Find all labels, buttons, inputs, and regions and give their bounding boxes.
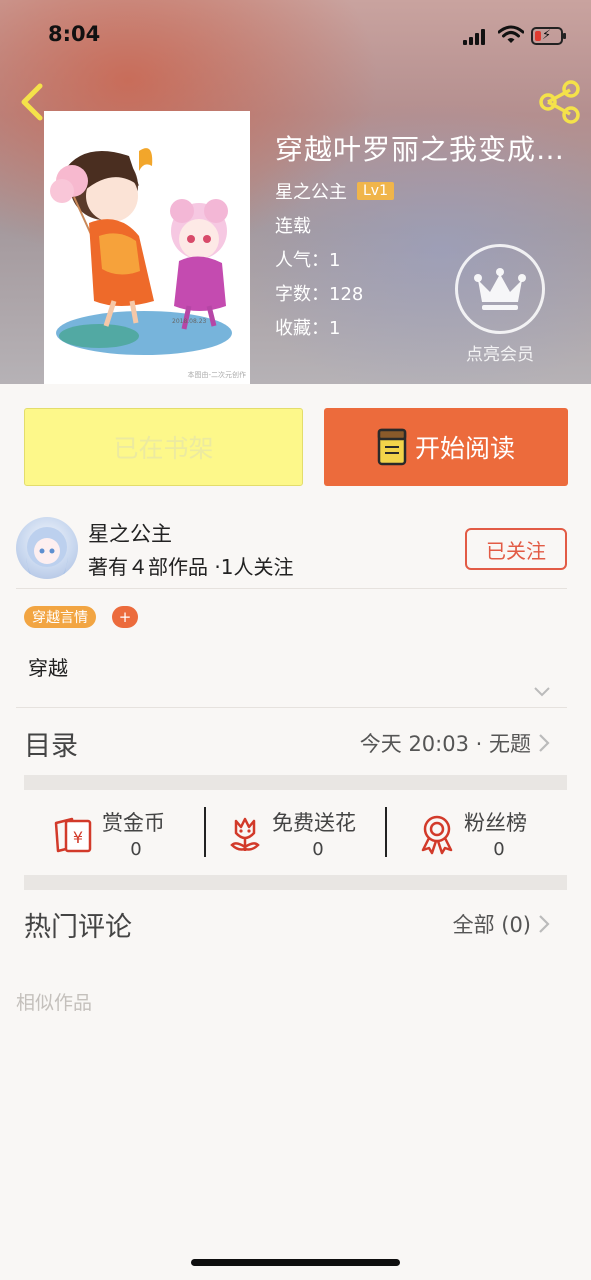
all-comments-link[interactable]: 全部 (0): [453, 909, 531, 939]
wifi-icon: [498, 25, 524, 43]
cellular-signal-icon: [463, 29, 489, 45]
level-badge: Lv1: [357, 182, 394, 200]
status-bar: 8:04 ⚡: [0, 0, 591, 72]
status-time: 8:04: [48, 22, 101, 46]
divider: [16, 588, 567, 589]
book-description: 穿越: [28, 656, 68, 680]
start-reading-label: 开始阅读: [414, 434, 515, 463]
fan-ranking-stat[interactable]: 粉丝榜 0: [417, 805, 547, 865]
follow-button[interactable]: 已关注: [465, 528, 567, 570]
svg-text:2018.08.23: 2018.08.23: [172, 318, 207, 325]
reward-coins-label: 赏金币: [102, 811, 165, 835]
author-meta: 著有４部作品 ·1人关注: [88, 555, 294, 579]
toc-label[interactable]: 目录: [24, 724, 78, 763]
genre-tag[interactable]: 穿越言情: [24, 606, 96, 628]
start-reading-button[interactable]: 开始阅读: [324, 408, 568, 486]
author-line: 星之公主 Lv1: [275, 178, 575, 204]
author-avatar[interactable]: [16, 517, 78, 579]
similar-works-title: 相似作品: [16, 992, 93, 1014]
chevron-right-icon[interactable]: [537, 913, 551, 935]
follow-label: 已关注: [486, 538, 546, 563]
crown-icon: [455, 244, 545, 334]
chevron-right-icon[interactable]: [537, 732, 551, 754]
divider: [16, 707, 567, 708]
send-flowers-stat[interactable]: 免费送花 0: [224, 805, 374, 865]
stat-divider: [385, 807, 387, 857]
author-name-link[interactable]: 星之公主: [275, 178, 347, 204]
add-tag-button[interactable]: +: [112, 606, 138, 628]
svg-text:¥: ¥: [73, 828, 83, 847]
fan-ranking-label: 粉丝榜: [464, 811, 527, 835]
share-icon[interactable]: [536, 80, 584, 124]
hot-comments-title: 热门评论: [24, 912, 132, 943]
book-header: 8:04 ⚡ 2018.08.23 本图由-二次元创作 穿越叶罗丽之我变成… 星…: [0, 0, 591, 384]
ribbon-medal-icon: [421, 815, 453, 855]
home-indicator[interactable]: [191, 1259, 400, 1266]
flower-icon: [230, 817, 260, 851]
fan-ranking-value: 0: [493, 839, 505, 860]
battery-icon: ⚡: [531, 27, 566, 45]
back-arrow-icon[interactable]: [14, 80, 54, 124]
book-icon: [377, 428, 407, 466]
cover-caption: 本图由-二次元创作: [187, 371, 246, 379]
stat-divider: [204, 807, 206, 857]
vip-label: 点亮会员: [466, 345, 534, 365]
chevron-down-icon[interactable]: [532, 684, 552, 698]
section-divider: [24, 875, 567, 890]
reward-coins-value: 0: [130, 839, 142, 860]
section-divider: [24, 775, 567, 790]
serial-status: 连载: [275, 216, 311, 237]
reward-coins-stat[interactable]: ¥ 赏金币 0: [52, 805, 182, 865]
book-cover[interactable]: 2018.08.23 本图由-二次元创作: [44, 111, 250, 384]
cover-illustration: 2018.08.23: [50, 148, 232, 355]
author-name[interactable]: 星之公主: [88, 518, 172, 548]
coin-envelope-icon: ¥: [54, 817, 92, 853]
on-shelf-label: 已在书架: [113, 434, 214, 463]
latest-chapter[interactable]: 今天 20:03 · 无题: [360, 728, 531, 758]
send-flowers-label: 免费送花: [272, 811, 356, 835]
book-title: 穿越叶罗丽之我变成…: [275, 133, 566, 166]
vip-button[interactable]: 点亮会员: [455, 244, 545, 365]
send-flowers-value: 0: [312, 839, 324, 860]
on-shelf-button[interactable]: 已在书架: [24, 408, 303, 486]
